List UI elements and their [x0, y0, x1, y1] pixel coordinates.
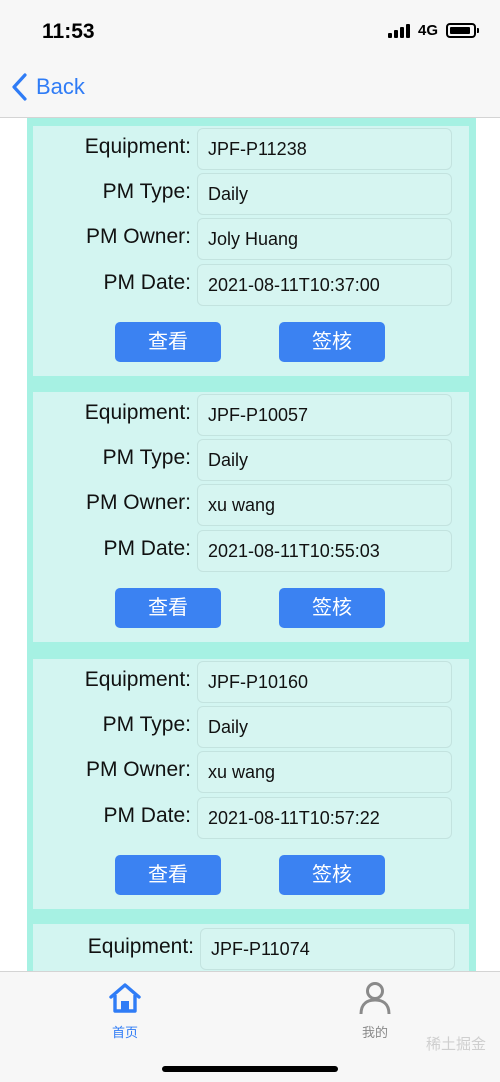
pm-owner-field[interactable]: xu wang	[197, 484, 452, 526]
pm-owner-label: PM Owner:	[85, 491, 191, 514]
view-button[interactable]: 查看	[115, 322, 221, 362]
tab-home[interactable]: 首页	[85, 980, 165, 1041]
chevron-left-icon	[12, 73, 27, 101]
pm-owner-field[interactable]: Joly Huang	[197, 218, 452, 260]
pm-type-label: PM Type:	[102, 713, 191, 736]
card-actions: 查看 签核	[33, 855, 469, 897]
tab-mine-label: 我的	[361, 1025, 388, 1040]
pm-type-label: PM Type:	[102, 446, 191, 469]
equipment-label: Equipment:	[84, 668, 191, 691]
status-indicators: 4G	[387, 22, 479, 39]
equipment-field[interactable]: JPF-P11238	[197, 128, 452, 170]
home-indicator	[162, 1066, 338, 1072]
equipment-row: Equipment: JPF-P11074	[33, 928, 469, 970]
back-label: Back	[36, 74, 85, 99]
equipment-field[interactable]: JPF-P10057	[197, 394, 452, 436]
watermark: 稀土掘金	[426, 1036, 487, 1053]
pm-date-label: PM Date:	[103, 271, 191, 294]
pm-type-label: PM Type:	[102, 180, 191, 203]
user-icon	[359, 982, 391, 1015]
pm-owner-row: PM Owner: xu wang	[33, 484, 469, 526]
pm-date-field[interactable]: 2021-08-11T10:57:22	[197, 797, 452, 839]
tab-bar: 首页 我的	[0, 971, 500, 1082]
signal-icon	[387, 23, 410, 38]
equipment-row: Equipment: JPF-P10057	[33, 394, 469, 436]
pm-owner-label: PM Owner:	[85, 758, 191, 781]
pm-owner-field[interactable]: xu wang	[197, 751, 452, 793]
pm-record-card: Equipment: JPF-P10160 PM Type: Daily PM …	[33, 659, 469, 909]
sign-button[interactable]: 签核	[279, 855, 385, 895]
navigation-bar: Back	[0, 62, 500, 118]
tab-home-label: 首页	[111, 1025, 138, 1040]
pm-record-card: Equipment: JPF-P11238 PM Type: Daily PM …	[33, 126, 469, 376]
status-time: 11:53	[42, 20, 95, 43]
pm-type-row: PM Type: Daily	[33, 173, 469, 215]
sign-button[interactable]: 签核	[279, 588, 385, 628]
equipment-row: Equipment: JPF-P11238	[33, 128, 469, 170]
home-icon	[109, 983, 141, 1013]
pm-owner-label: PM Owner:	[85, 225, 191, 248]
equipment-field[interactable]: JPF-P10160	[197, 661, 452, 703]
view-button[interactable]: 查看	[115, 855, 221, 895]
back-button[interactable]: Back	[10, 72, 85, 102]
pm-record-list[interactable]: Equipment: JPF-P11238 PM Type: Daily PM …	[27, 118, 476, 971]
card-actions: 查看 签核	[33, 322, 469, 364]
pm-date-label: PM Date:	[103, 537, 191, 560]
battery-icon	[446, 23, 479, 38]
pm-owner-row: PM Owner: Joly Huang	[33, 218, 469, 260]
pm-record-card: Equipment: JPF-P10057 PM Type: Daily PM …	[33, 392, 469, 642]
pm-owner-row: PM Owner: xu wang	[33, 751, 469, 793]
pm-date-label: PM Date:	[103, 804, 191, 827]
pm-date-field[interactable]: 2021-08-11T10:55:03	[197, 530, 452, 572]
equipment-label: Equipment:	[84, 401, 191, 424]
tab-mine[interactable]: 我的	[335, 980, 415, 1041]
equipment-label: Equipment:	[84, 135, 191, 158]
pm-type-field[interactable]: Daily	[197, 173, 452, 215]
network-type: 4G	[417, 22, 438, 39]
pm-type-field[interactable]: Daily	[197, 706, 452, 748]
pm-type-row: PM Type: Daily	[33, 439, 469, 481]
sign-button[interactable]: 签核	[279, 322, 385, 362]
pm-date-row: PM Date: 2021-08-11T10:57:22	[33, 797, 469, 839]
pm-type-field[interactable]: Daily	[197, 439, 452, 481]
status-bar: 11:53 4G	[0, 0, 500, 62]
view-button[interactable]: 查看	[115, 588, 221, 628]
pm-record-card: Equipment: JPF-P11074	[33, 924, 469, 971]
equipment-field[interactable]: JPF-P11074	[200, 928, 455, 970]
pm-date-row: PM Date: 2021-08-11T10:37:00	[33, 264, 469, 306]
card-actions: 查看 签核	[33, 588, 469, 630]
pm-date-row: PM Date: 2021-08-11T10:55:03	[33, 530, 469, 572]
pm-type-row: PM Type: Daily	[33, 706, 469, 748]
pm-date-field[interactable]: 2021-08-11T10:37:00	[197, 264, 452, 306]
equipment-label: Equipment:	[87, 935, 194, 958]
equipment-row: Equipment: JPF-P10160	[33, 661, 469, 703]
